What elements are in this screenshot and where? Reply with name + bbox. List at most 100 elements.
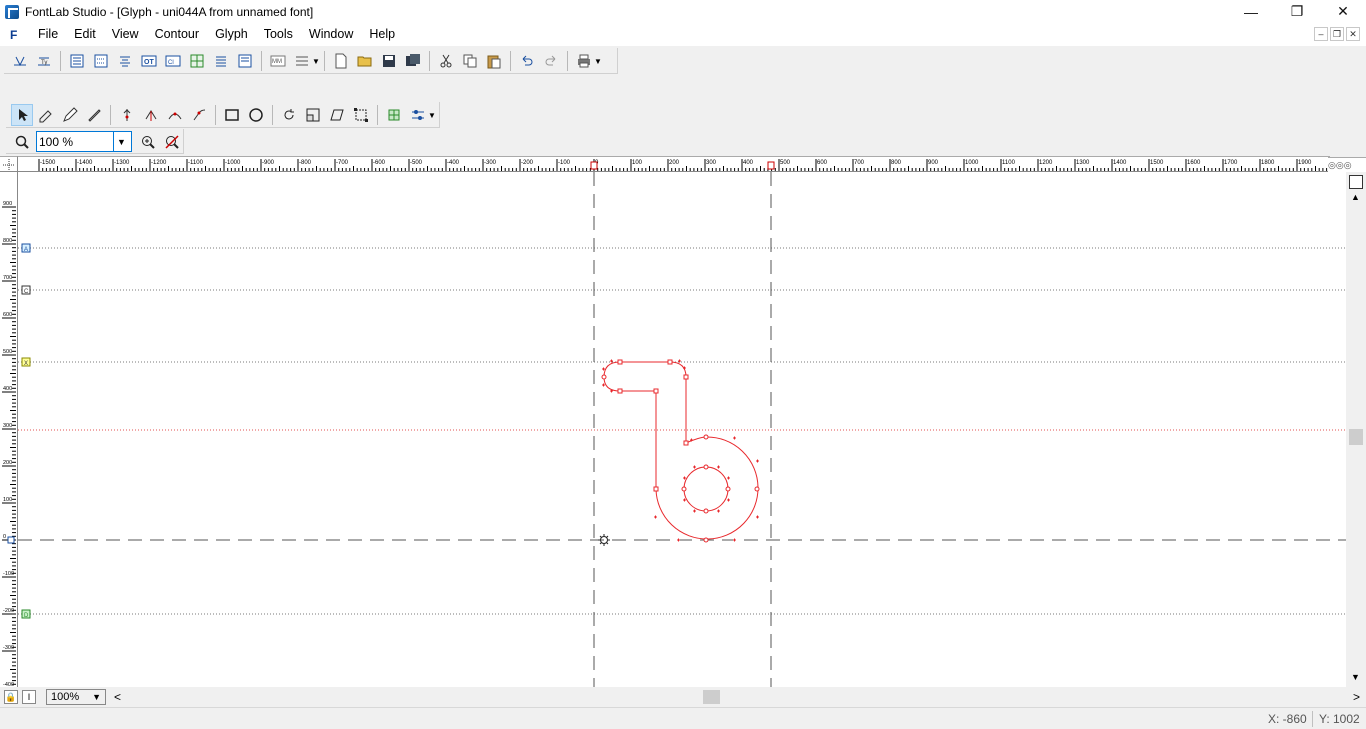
rotate-tool-icon[interactable] <box>278 104 300 126</box>
zoom-reset-icon[interactable] <box>161 131 183 153</box>
panels-icon[interactable] <box>291 50 313 72</box>
mdi-close-button[interactable]: ✕ <box>1346 27 1360 41</box>
chevron-down-icon[interactable]: ▼ <box>312 57 320 66</box>
transform-tool-icon[interactable] <box>350 104 372 126</box>
ruler-label: -1200 <box>151 160 167 166</box>
ruler-label: -1500 <box>40 160 56 166</box>
vertical-scroll-thumb[interactable] <box>1349 429 1363 445</box>
scroll-right-icon[interactable]: > <box>1353 690 1360 704</box>
menu-view[interactable]: View <box>104 23 147 46</box>
circle-icon[interactable]: ◎◎◎ <box>1328 160 1352 171</box>
slant-tool-icon[interactable] <box>326 104 348 126</box>
metrics-icon[interactable] <box>9 50 31 72</box>
svg-text:X: X <box>24 361 28 367</box>
lock-icon[interactable]: 🔒 <box>4 690 18 704</box>
sample-text-icon[interactable] <box>234 50 256 72</box>
scroll-up-icon[interactable]: ▲ <box>1351 192 1360 202</box>
contour-nodes[interactable] <box>601 359 760 543</box>
mdi-minimize-button[interactable]: – <box>1314 27 1328 41</box>
guide-marker-c[interactable]: C <box>21 285 31 295</box>
horizontal-ruler[interactable]: -1500 -1400 -1300 -1200 -1100 -1000 -900 -800 -7… <box>18 156 1331 172</box>
curve-node-tool-icon[interactable] <box>164 104 186 126</box>
copy-icon[interactable] <box>459 50 481 72</box>
chevron-down-icon[interactable]: ▼ <box>594 57 602 66</box>
font-info-icon[interactable] <box>90 50 112 72</box>
cut-icon[interactable] <box>435 50 457 72</box>
horizontal-scroll-thumb[interactable] <box>703 690 720 704</box>
multiple-master-icon[interactable]: MM <box>267 50 289 72</box>
maximize-button[interactable]: ❐ <box>1274 0 1320 23</box>
new-file-icon[interactable] <box>330 50 352 72</box>
open-folder-icon[interactable] <box>354 50 376 72</box>
print-icon[interactable] <box>573 50 595 72</box>
vertical-scrollbar[interactable]: ▲ ▼ <box>1346 172 1366 687</box>
mdi-restore-button[interactable]: ❐ <box>1330 27 1344 41</box>
ellipse-tool-icon[interactable] <box>245 104 267 126</box>
eraser-tool-icon[interactable] <box>35 104 57 126</box>
fontlab-app-icon <box>5 4 19 19</box>
align-tool-icon[interactable] <box>407 104 429 126</box>
text-cursor-icon[interactable]: I <box>22 690 36 704</box>
square-icon[interactable] <box>1349 175 1363 189</box>
origin-marker-icon[interactable] <box>598 534 610 546</box>
redo-icon[interactable] <box>540 50 562 72</box>
zoom-input[interactable] <box>37 132 113 151</box>
zoom-in-icon[interactable] <box>137 131 159 153</box>
guide-marker-d[interactable]: D <box>21 609 31 619</box>
minimize-button[interactable]: — <box>1228 0 1274 23</box>
paste-icon[interactable] <box>483 50 505 72</box>
guide-marker-x[interactable]: X <box>21 357 31 367</box>
chevron-down-icon[interactable]: ▼ <box>113 132 129 151</box>
measure-tool-icon[interactable] <box>383 104 405 126</box>
svg-text:OT: OT <box>144 59 154 66</box>
glyph-list-icon[interactable] <box>210 50 232 72</box>
menu-help[interactable]: Help <box>361 23 403 46</box>
close-button[interactable]: ✕ <box>1320 0 1366 23</box>
corner-node-tool-icon[interactable] <box>140 104 162 126</box>
ruler-label: -1300 <box>114 160 130 166</box>
classes-icon[interactable]: Cl <box>162 50 184 72</box>
ruler-corner[interactable] <box>0 156 18 172</box>
zoom-dropdown[interactable]: 100% ▼ <box>46 689 106 705</box>
save-all-icon[interactable] <box>402 50 424 72</box>
ruler-label: 200 <box>3 460 12 466</box>
ruler-label: 700 <box>854 160 865 166</box>
menu-glyph[interactable]: Glyph <box>207 23 256 46</box>
names-icon[interactable] <box>114 50 136 72</box>
document-menu-icon[interactable]: F <box>10 28 30 42</box>
rectangle-tool-icon[interactable] <box>221 104 243 126</box>
undo-icon[interactable] <box>516 50 538 72</box>
zoom-dropdown-value: 100% <box>51 691 80 703</box>
hinting-icon[interactable] <box>186 50 208 72</box>
opentype-icon[interactable]: OT <box>138 50 160 72</box>
menu-tools[interactable]: Tools <box>256 23 301 46</box>
ruler-label: 500 <box>780 160 791 166</box>
zoom-combo[interactable]: ▼ <box>36 131 132 152</box>
add-node-tool-icon[interactable] <box>116 104 138 126</box>
vertical-ruler[interactable]: 900 800 700 600 500 400 300 200 100 0 -100 -200 -300… <box>0 172 18 722</box>
knife-tool-icon[interactable] <box>83 104 105 126</box>
sidebearing-marker <box>767 161 775 170</box>
save-icon[interactable] <box>378 50 400 72</box>
ruler-label: 200 <box>669 160 680 166</box>
tangent-node-tool-icon[interactable] <box>188 104 210 126</box>
kerning-icon[interactable]: Ty <box>33 50 55 72</box>
menu-edit[interactable]: Edit <box>66 23 104 46</box>
menu-file[interactable]: File <box>30 23 66 46</box>
bcp-handles[interactable] <box>602 359 759 542</box>
menu-window[interactable]: Window <box>301 23 361 46</box>
pencil-tool-icon[interactable] <box>59 104 81 126</box>
font-header-icon[interactable] <box>66 50 88 72</box>
menu-contour[interactable]: Contour <box>147 23 207 46</box>
magnifier-icon[interactable] <box>11 131 33 153</box>
scale-tool-icon[interactable] <box>302 104 324 126</box>
scroll-down-icon[interactable]: ▼ <box>1351 672 1360 682</box>
ruler-label: 500 <box>3 349 12 355</box>
pointer-tool-icon[interactable] <box>11 104 33 126</box>
scroll-left-icon[interactable]: < <box>114 690 121 704</box>
glyph-contour[interactable] <box>603 361 759 540</box>
guide-marker-a[interactable]: A <box>21 243 31 253</box>
chevron-down-icon[interactable]: ▼ <box>428 111 436 120</box>
ruler-controls[interactable]: ◎◎◎ <box>1328 157 1366 172</box>
glyph-canvas[interactable]: A C X D <box>18 172 1346 687</box>
